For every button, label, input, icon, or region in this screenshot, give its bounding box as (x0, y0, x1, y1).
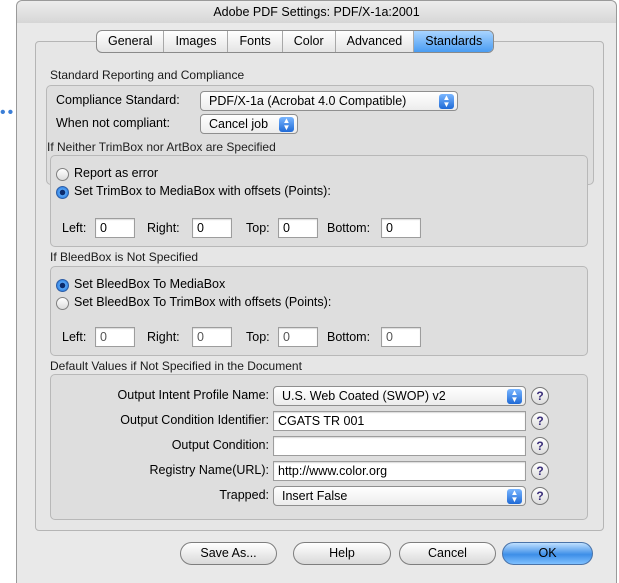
tab-bar: General Images Fonts Color Advanced Stan… (96, 30, 495, 53)
registry-help-button[interactable]: ? (531, 462, 549, 480)
identifier-help-button[interactable]: ? (531, 412, 549, 430)
tab-standards[interactable]: Standards (414, 31, 494, 52)
trimbox-section-title: If Neither TrimBox nor ArtBox are Specif… (47, 140, 276, 154)
profile-name-value: U.S. Web Coated (SWOP) v2 (282, 389, 446, 403)
bleed-top-label: Top: (246, 330, 270, 344)
standards-panel: Standard Reporting and Compliance Compli… (35, 41, 604, 531)
bleed-bottom-label: Bottom: (327, 330, 371, 344)
trim-top-field[interactable]: 0 (278, 218, 318, 238)
trim-right-label: Right: (147, 221, 180, 235)
updown-arrows-icon: ▲ ▼ (507, 489, 522, 504)
bleed-to-trimbox-label: Set BleedBox To TrimBox with offsets (Po… (74, 295, 332, 309)
tab-color[interactable]: Color (283, 31, 336, 52)
when-not-compliant-select[interactable]: Cancel job ▲ ▼ (200, 114, 298, 134)
window-title: Adobe PDF Settings: PDF/X-1a:2001 (17, 1, 616, 23)
bleed-left-label: Left: (62, 330, 87, 344)
when-not-compliant-label: When not compliant: (56, 116, 170, 130)
bleed-top-field[interactable]: 0 (278, 327, 318, 347)
profile-name-select[interactable]: U.S. Web Coated (SWOP) v2 ▲ ▼ (273, 386, 526, 406)
trim-bottom-label: Bottom: (327, 221, 371, 235)
save-as-button[interactable]: Save As... (180, 542, 277, 565)
bleedbox-section-title: If BleedBox is Not Specified (50, 250, 199, 264)
defaults-section-title: Default Values if Not Specified in the D… (50, 359, 302, 373)
updown-arrows-icon: ▲ ▼ (279, 117, 294, 132)
reporting-section-title: Standard Reporting and Compliance (50, 68, 245, 82)
profile-help-button[interactable]: ? (531, 387, 549, 405)
trim-right-field[interactable]: 0 (192, 218, 232, 238)
compliance-standard-select[interactable]: PDF/X-1a (Acrobat 4.0 Compatible) ▲ ▼ (200, 91, 458, 111)
bleedbox-group: Set BleedBox To MediaBox Set BleedBox To… (50, 266, 588, 356)
tab-images[interactable]: Images (164, 31, 229, 52)
trapped-value: Insert False (282, 489, 348, 503)
output-condition-field[interactable] (273, 436, 526, 456)
report-as-error-radio[interactable] (56, 168, 69, 181)
trapped-help-button[interactable]: ? (531, 487, 549, 505)
trim-top-label: Top: (246, 221, 270, 235)
compliance-standard-value: PDF/X-1a (Acrobat 4.0 Compatible) (209, 94, 407, 108)
trimbox-group: Report as error Set TrimBox to MediaBox … (50, 155, 588, 247)
identifier-field[interactable]: CGATS TR 001 (273, 411, 526, 431)
bleed-to-mediabox-radio[interactable] (56, 279, 69, 292)
set-trimbox-label: Set TrimBox to MediaBox with offsets (Po… (74, 184, 331, 198)
bleed-to-trimbox-radio[interactable] (56, 297, 69, 310)
registry-name-field[interactable]: http://www.color.org (273, 461, 526, 481)
bleed-to-mediabox-label: Set BleedBox To MediaBox (74, 277, 226, 291)
output-condition-help-button[interactable]: ? (531, 437, 549, 455)
trim-left-label: Left: (62, 221, 87, 235)
defaults-group: Output Intent Profile Name: U.S. Web Coa… (50, 374, 588, 520)
identifier-label: Output Condition Identifier: (120, 413, 269, 427)
updown-arrows-icon: ▲ ▼ (439, 94, 454, 109)
trim-left-field[interactable]: 0 (95, 218, 135, 238)
trapped-select[interactable]: Insert False ▲ ▼ (273, 486, 526, 506)
bleed-left-field[interactable]: 0 (95, 327, 135, 347)
cancel-button[interactable]: Cancel (399, 542, 496, 565)
trim-bottom-field[interactable]: 0 (381, 218, 421, 238)
decorative-dots: •• (0, 104, 16, 121)
bleed-right-field[interactable]: 0 (192, 327, 232, 347)
profile-name-label: Output Intent Profile Name: (117, 388, 269, 402)
report-as-error-label: Report as error (74, 166, 159, 180)
trapped-label: Trapped: (219, 488, 269, 502)
help-button[interactable]: Help (293, 542, 391, 565)
registry-name-label: Registry Name(URL): (149, 463, 269, 477)
tab-advanced[interactable]: Advanced (336, 31, 415, 52)
pdf-settings-dialog: Adobe PDF Settings: PDF/X-1a:2001 Genera… (16, 0, 617, 583)
tab-fonts[interactable]: Fonts (228, 31, 283, 52)
compliance-standard-label: Compliance Standard: (56, 93, 180, 107)
bleed-right-label: Right: (147, 330, 180, 344)
updown-arrows-icon: ▲ ▼ (507, 389, 522, 404)
bleed-bottom-field[interactable]: 0 (381, 327, 421, 347)
ok-button[interactable]: OK (502, 542, 593, 565)
output-condition-label: Output Condition: (171, 438, 269, 452)
tab-general[interactable]: General (97, 31, 165, 52)
set-trimbox-radio[interactable] (56, 186, 69, 199)
when-not-compliant-value: Cancel job (209, 117, 269, 131)
